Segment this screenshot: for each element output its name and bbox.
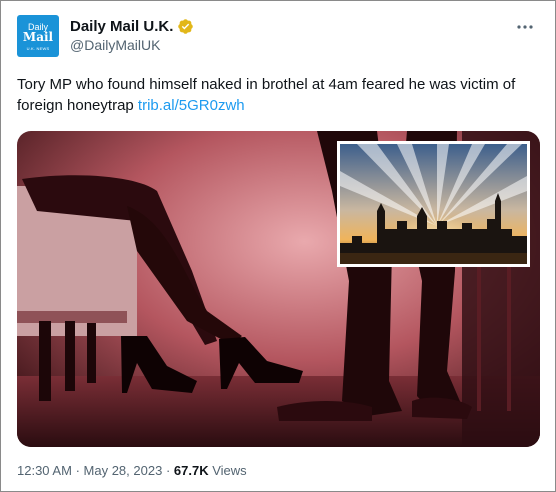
meta-separator: ·	[165, 463, 171, 478]
meta-separator: ·	[75, 463, 80, 478]
avatar-logo-text: U.K. NEWS	[26, 46, 50, 51]
name-row: Daily Mail U.K.	[70, 16, 194, 36]
tweet-text: Tory MP who found himself naked in broth…	[17, 74, 541, 116]
tweet-card: Daily Mail U.K. NEWS Daily Mail U.K. @Da…	[0, 0, 556, 492]
parliament-sunset-photo	[337, 141, 530, 267]
timestamp-time[interactable]: 12:30 AM	[17, 463, 72, 478]
tweet-body: Tory MP who found himself naked in broth…	[17, 76, 516, 114]
timestamp-date[interactable]: May 28, 2023	[84, 463, 163, 478]
photo-icon	[17, 131, 540, 447]
avatar-logo-text: Mail	[22, 30, 54, 44]
avatar[interactable]: Daily Mail U.K. NEWS	[17, 15, 59, 57]
tweet-header: Daily Mail U.K. NEWS Daily Mail U.K. @Da…	[17, 15, 541, 61]
handle[interactable]: @DailyMailUK	[70, 37, 160, 53]
more-options-icon[interactable]	[513, 15, 537, 39]
verified-badge-icon	[178, 18, 194, 34]
display-name[interactable]: Daily Mail U.K.	[70, 18, 173, 35]
views-count: 67.7K	[173, 463, 209, 478]
tweet-link[interactable]: trib.al/5GR0zwh	[138, 97, 245, 114]
tweet-media-image[interactable]	[17, 131, 540, 447]
tweet-meta: 12:30 AM · May 28, 2023 · 67.7K Views	[17, 463, 247, 478]
views-label: Views	[212, 463, 247, 478]
